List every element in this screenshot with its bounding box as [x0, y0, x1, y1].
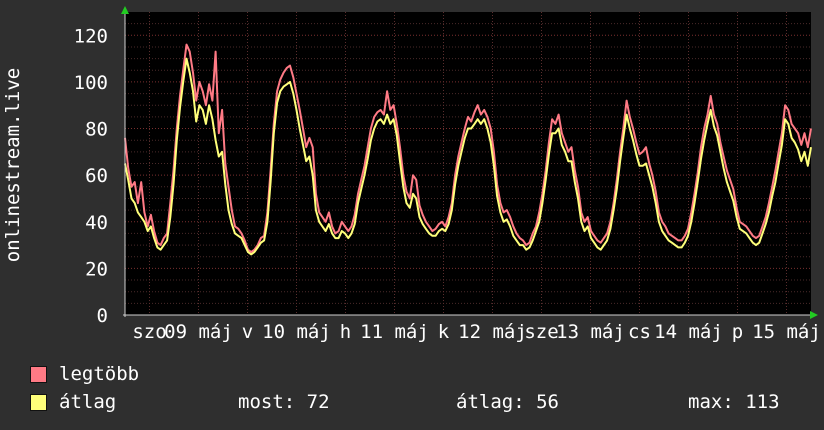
y-axis-label: onlinestream.live: [2, 68, 24, 262]
x-tick-label: 13 máj: [556, 321, 625, 343]
x-tick-labels: szo09 máj v 10 máj h 11 máj k 12 májsze13 máj c…: [132, 321, 820, 343]
x-tick-label: 14 máj: [654, 321, 723, 343]
stat-maximum: max: 113: [688, 391, 780, 413]
legend-item-legtobb: legtöbb: [30, 363, 139, 385]
y-axis-arrow: [121, 6, 129, 14]
legend-swatch-legtobb: [30, 365, 47, 383]
stat-average: átlag: 56: [456, 391, 559, 413]
y-tick-labels: 0 20 40 60 80 100 120: [74, 25, 108, 327]
stat-current: most: 72: [238, 391, 330, 413]
x-tick-label: h: [340, 321, 351, 343]
x-tick-label: p: [732, 321, 743, 343]
x-tick-label: 09 máj: [164, 321, 233, 343]
y-tick-label: 80: [85, 119, 108, 141]
y-tick-label: 100: [74, 72, 108, 94]
x-tick-label: 15 máj: [752, 321, 821, 343]
legend-swatch-atlag: [30, 393, 47, 411]
y-tick-label: 40: [85, 212, 108, 234]
y-tick-label: 60: [85, 165, 108, 187]
x-tick-label: szo: [132, 321, 166, 343]
legend-item-atlag: átlag: [30, 391, 116, 413]
x-axis-arrow: [810, 311, 818, 319]
x-tick-label: sze: [524, 321, 558, 343]
x-tick-label: k: [438, 321, 450, 343]
legend-label-atlag: átlag: [59, 391, 117, 413]
y-tick-label: 20: [85, 258, 108, 280]
y-tick-label: 120: [74, 25, 108, 47]
x-tick-label: 11 máj: [360, 321, 429, 343]
x-tick-label: 10 máj: [262, 321, 331, 343]
x-tick-label: cs: [628, 321, 651, 343]
x-tick-label: 12 máj: [458, 321, 527, 343]
chart: 0 20 40 60 80 100 120 szo09 máj v 10 máj h 11 máj k…: [2, 6, 821, 343]
x-tick-label: v: [242, 321, 253, 343]
y-tick-label: 0: [97, 305, 108, 327]
legend-label-legtobb: legtöbb: [59, 363, 140, 385]
